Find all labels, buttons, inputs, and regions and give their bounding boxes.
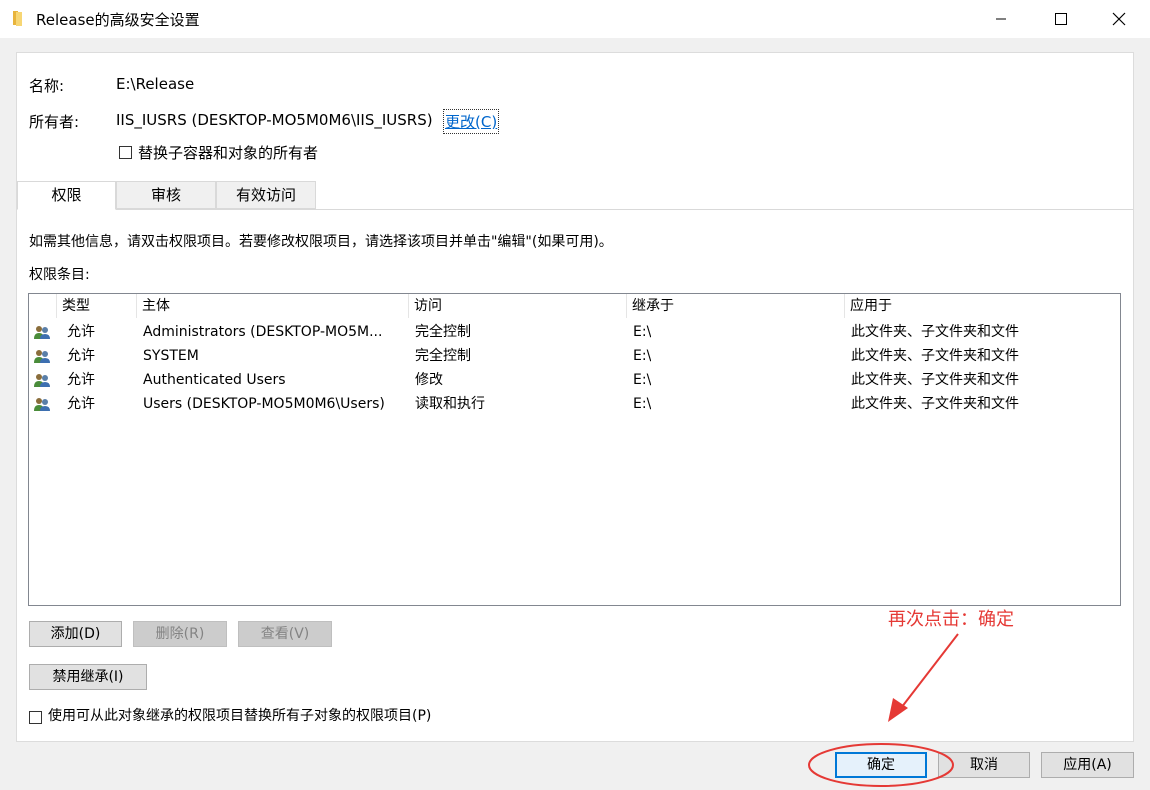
row-inherited-from: E:\: [633, 372, 652, 388]
change-owner-link[interactable]: 更改(C): [442, 109, 500, 134]
title-bar: Release的高级安全设置: [0, 0, 1150, 38]
view-button[interactable]: 查看(V): [238, 621, 332, 647]
row-type: 允许: [67, 348, 95, 364]
users-icon: [34, 398, 50, 411]
table-row[interactable]: 允许 Authenticated Users 修改 E:\ 此文件夹、子文件夹和…: [29, 368, 1120, 392]
add-button[interactable]: 添加(D): [29, 621, 122, 647]
name-label: 名称:: [29, 77, 65, 95]
header-principal[interactable]: 主体: [137, 294, 409, 318]
row-principal: Users (DESKTOP-MO5M0M6\Users): [143, 396, 385, 412]
permissions-list[interactable]: 类型 主体 访问 继承于 应用于 允许 Administrators (DESK…: [28, 293, 1121, 606]
main-panel: 名称: E:\Release 所有者: IIS_IUSRS (DESKTOP-M…: [16, 52, 1134, 742]
header-type[interactable]: 类型: [57, 294, 137, 318]
row-access: 读取和执行: [415, 396, 485, 412]
row-applies-to: 此文件夹、子文件夹和文件: [851, 372, 1019, 388]
row-inherited-from: E:\: [633, 324, 652, 340]
name-value: E:\Release: [116, 75, 195, 93]
row-access: 完全控制: [415, 348, 471, 364]
row-type: 允许: [67, 324, 95, 340]
row-type: 允许: [67, 372, 95, 388]
owner-value: IIS_IUSRS (DESKTOP-MO5M0M6\IIS_IUSRS): [116, 111, 433, 129]
replace-owner-checkbox[interactable]: [119, 146, 132, 159]
minimize-button[interactable]: [978, 0, 1024, 38]
instruction-text: 如需其他信息，请双击权限项目。若要修改权限项目，请选择该项目并单击"编辑"(如果…: [29, 234, 613, 250]
list-header: 类型 主体 访问 继承于 应用于: [29, 294, 1120, 318]
header-access[interactable]: 访问: [409, 294, 627, 318]
users-icon: [34, 374, 50, 387]
maximize-button[interactable]: [1038, 0, 1084, 38]
cancel-button[interactable]: 取消: [938, 752, 1030, 778]
row-access: 完全控制: [415, 324, 471, 340]
row-principal: SYSTEM: [143, 348, 199, 364]
row-type: 允许: [67, 396, 95, 412]
table-row[interactable]: 允许 SYSTEM 完全控制 E:\ 此文件夹、子文件夹和文件: [29, 344, 1120, 368]
entries-label: 权限条目:: [29, 267, 90, 283]
tab-strip: 权限 审核 有效访问: [17, 181, 1133, 210]
minimize-icon: [996, 18, 1006, 20]
users-icon: [34, 350, 50, 363]
replace-owner-label: 替换子容器和对象的所有者: [138, 144, 319, 162]
tab-auditing[interactable]: 审核: [116, 181, 216, 209]
users-icon: [34, 326, 50, 339]
tab-effective-access[interactable]: 有效访问: [216, 181, 316, 209]
row-applies-to: 此文件夹、子文件夹和文件: [851, 348, 1019, 364]
header-inherited-from[interactable]: 继承于: [627, 294, 845, 318]
apply-button[interactable]: 应用(A): [1041, 752, 1134, 778]
replace-child-permissions-checkbox[interactable]: [29, 711, 42, 724]
close-button[interactable]: [1096, 0, 1142, 38]
row-principal: Authenticated Users: [143, 372, 286, 388]
ok-button[interactable]: 确定: [835, 752, 927, 778]
folder-icon: [13, 11, 22, 26]
table-row[interactable]: 允许 Users (DESKTOP-MO5M0M6\Users) 读取和执行 E…: [29, 392, 1120, 416]
window-title: Release的高级安全设置: [36, 11, 200, 29]
close-icon: [1112, 12, 1126, 26]
row-access: 修改: [415, 372, 443, 388]
row-inherited-from: E:\: [633, 396, 652, 412]
row-inherited-from: E:\: [633, 348, 652, 364]
tab-permissions[interactable]: 权限: [17, 181, 116, 210]
replace-child-permissions-label: 使用可从此对象继承的权限项目替换所有子对象的权限项目(P): [48, 708, 432, 724]
disable-inheritance-button[interactable]: 禁用继承(I): [29, 664, 147, 690]
maximize-icon: [1055, 13, 1067, 25]
owner-label: 所有者:: [29, 113, 80, 131]
remove-button[interactable]: 删除(R): [133, 621, 227, 647]
annotation-text: 再次点击：确定: [888, 609, 1014, 630]
header-icon-col: [29, 294, 57, 318]
row-applies-to: 此文件夹、子文件夹和文件: [851, 396, 1019, 412]
row-principal: Administrators (DESKTOP-MO5M...: [143, 324, 383, 340]
header-applies-to[interactable]: 应用于: [845, 294, 1120, 318]
table-row[interactable]: 允许 Administrators (DESKTOP-MO5M... 完全控制 …: [29, 320, 1120, 344]
row-applies-to: 此文件夹、子文件夹和文件: [851, 324, 1019, 340]
